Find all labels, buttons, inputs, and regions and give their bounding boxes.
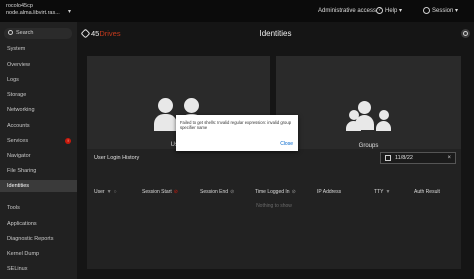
- column-header-session-start[interactable]: Session Start ⊘: [142, 189, 178, 195]
- gear-icon: [423, 7, 430, 14]
- sidebar-item-file-sharing[interactable]: File Sharing: [0, 165, 77, 177]
- sidebar-item-navigator[interactable]: Navigator: [0, 150, 77, 162]
- column-header-auth-result[interactable]: Auth Result: [414, 189, 440, 195]
- error-dialog: Failed to get shells: Invalid regular ex…: [176, 115, 298, 151]
- cockpit-window: rocolo45cp node.alma.libvirt.ras... ▾ Ad…: [0, 0, 474, 279]
- empty-state-text: Nothing to show: [256, 203, 292, 209]
- settings-button[interactable]: [461, 29, 470, 38]
- sidebar-item-selinux[interactable]: SELinux: [0, 263, 77, 275]
- calendar-icon: [385, 155, 391, 161]
- sidebar-item-tools[interactable]: Tools: [0, 202, 77, 214]
- column-header-user[interactable]: User ▼ ○: [94, 189, 117, 195]
- sidebar-item-overview[interactable]: Overview: [0, 59, 77, 71]
- chevron-down-icon: ▾: [68, 9, 72, 15]
- administrative-access-button[interactable]: Administrative access: [318, 8, 376, 14]
- column-header-time-logged-in[interactable]: Time Logged In ⊘: [255, 189, 296, 195]
- groups-card[interactable]: Groups: [276, 56, 461, 152]
- sidebar-item-applications[interactable]: Applications: [0, 218, 77, 230]
- group-icon-body-right: [376, 121, 391, 131]
- group-icon: [358, 101, 371, 114]
- sidebar: Search System Overview Logs Storage Netw…: [0, 22, 77, 279]
- sidebar-item-logs[interactable]: Logs: [0, 74, 77, 86]
- error-badge: !: [65, 138, 71, 144]
- login-history-title: User Login History: [94, 155, 140, 161]
- column-label: Session Start: [142, 189, 172, 195]
- sidebar-item-identities[interactable]: Identities: [0, 180, 77, 192]
- user-icon: [158, 98, 173, 113]
- sidebar-item-kernel-dump[interactable]: Kernel Dump: [0, 248, 77, 260]
- help-menu[interactable]: ? Help ▾: [376, 7, 402, 14]
- page-title: Identities: [259, 29, 292, 38]
- sort-icon[interactable]: ⊘: [174, 189, 178, 195]
- group-icon-body-left: [346, 121, 361, 131]
- column-label: Auth Result: [414, 189, 440, 195]
- column-header-tty[interactable]: TTY ▼: [374, 189, 390, 195]
- column-label: TTY: [374, 189, 384, 195]
- group-icon-left: [349, 110, 359, 120]
- group-icon-right: [379, 110, 389, 120]
- help-icon: ?: [376, 7, 383, 14]
- sidebar-item-diagnostic-reports[interactable]: Diagnostic Reports: [0, 233, 77, 245]
- session-label: Session: [432, 8, 454, 15]
- column-label: IP Address: [317, 189, 342, 195]
- sidebar-item-services[interactable]: Services!: [0, 135, 77, 147]
- sidebar-item-storage[interactable]: Storage: [0, 89, 77, 101]
- sidebar-item-label: Services: [7, 138, 29, 144]
- search-icon[interactable]: ○: [114, 189, 117, 195]
- column-label: User: [94, 189, 105, 195]
- host-user: rocolo45cp: [6, 3, 33, 9]
- login-history-panel: User Login History 11/8/22 × User ▼ ○ Sessi…: [87, 149, 461, 269]
- filter-icon[interactable]: ▼: [385, 189, 390, 195]
- column-header-ip-address[interactable]: IP Address: [317, 189, 341, 195]
- error-message: Failed to get shells: Invalid regular ex…: [180, 120, 292, 130]
- column-header-session-end[interactable]: Session End ⊘: [200, 189, 234, 195]
- date-value: 11/8/22: [395, 155, 413, 161]
- search-input[interactable]: Search: [4, 28, 72, 39]
- sidebar-item-system[interactable]: System: [0, 43, 77, 55]
- close-button[interactable]: Close: [280, 141, 293, 147]
- search-icon: [8, 30, 13, 35]
- chevron-down-icon: ▾: [455, 8, 459, 15]
- clear-icon[interactable]: ×: [447, 153, 451, 163]
- column-label: Time Logged In: [255, 189, 290, 195]
- sidebar-item-networking[interactable]: Networking: [0, 104, 77, 116]
- date-picker[interactable]: 11/8/22 ×: [380, 152, 456, 164]
- filter-icon[interactable]: ▼: [107, 189, 112, 195]
- sidebar-item-accounts[interactable]: Accounts: [0, 120, 77, 132]
- column-label: Session End: [200, 189, 229, 195]
- help-label: Help: [385, 8, 398, 15]
- chevron-down-icon: ▾: [399, 8, 403, 15]
- gear-icon: [463, 31, 468, 36]
- top-header: rocolo45cp node.alma.libvirt.ras... ▾ Ad…: [0, 0, 474, 22]
- host-switcher[interactable]: rocolo45cp node.alma.libvirt.ras... ▾: [6, 3, 71, 17]
- session-menu[interactable]: Session ▾: [423, 7, 458, 14]
- search-placeholder: Search: [16, 30, 34, 36]
- sort-icon[interactable]: ⊘: [230, 189, 234, 195]
- user-icon-2: [184, 98, 199, 113]
- host-name: node.alma.libvirt.ras...: [6, 10, 60, 16]
- user-icon-body: [154, 114, 177, 131]
- sort-icon[interactable]: ⊘: [292, 189, 296, 195]
